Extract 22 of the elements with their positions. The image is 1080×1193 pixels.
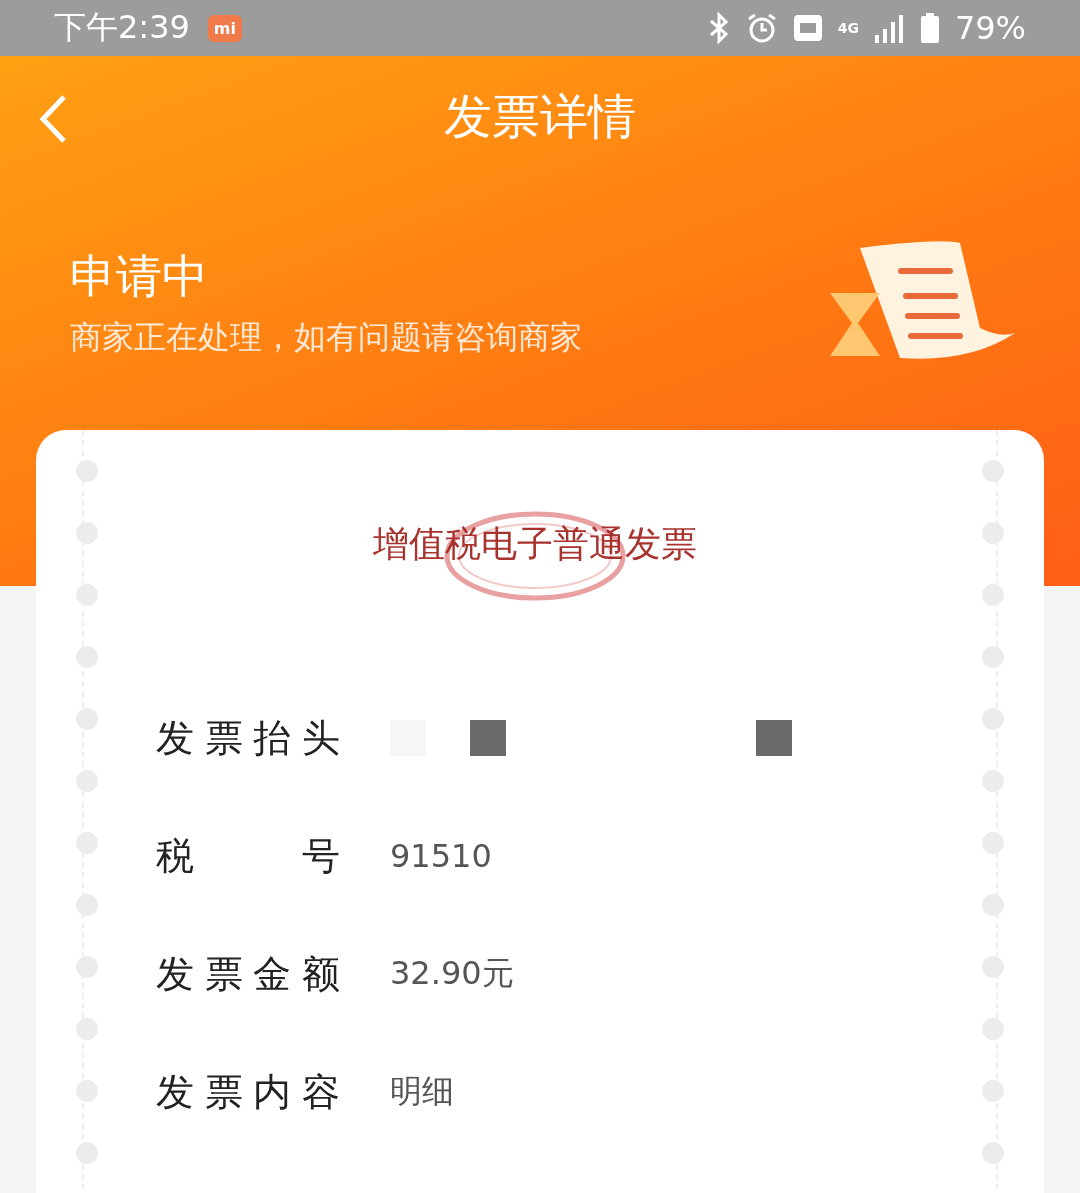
signal-icon — [874, 13, 905, 43]
status-time: 下午2:39 — [54, 7, 190, 48]
field-label: 发票内容 — [156, 1068, 340, 1116]
field-value: 91510 — [390, 837, 492, 875]
redaction-block — [470, 720, 506, 756]
battery-icon — [920, 13, 939, 43]
back-icon[interactable] — [38, 94, 68, 144]
field-value: 明细 — [390, 1071, 454, 1112]
bluetooth-icon — [707, 12, 730, 44]
field-value: 32.90元 — [390, 953, 514, 994]
field-label: 发票抬头 — [156, 714, 340, 762]
network-label: 4G — [837, 20, 859, 36]
battery-percent: 79% — [954, 9, 1026, 47]
status-title: 申请中 — [70, 248, 209, 305]
invoice-type: 增值税电子普通发票 — [373, 522, 697, 566]
redaction-block — [756, 720, 792, 756]
hd-icon — [793, 15, 822, 41]
status-message: 商家正在处理，如有问题请咨询商家 — [70, 317, 582, 358]
field-label: 发票金额 — [156, 950, 340, 998]
app-badge: mi — [207, 14, 242, 42]
page-title: 发票详情 — [444, 87, 636, 146]
field-label: 税号 — [156, 832, 340, 880]
